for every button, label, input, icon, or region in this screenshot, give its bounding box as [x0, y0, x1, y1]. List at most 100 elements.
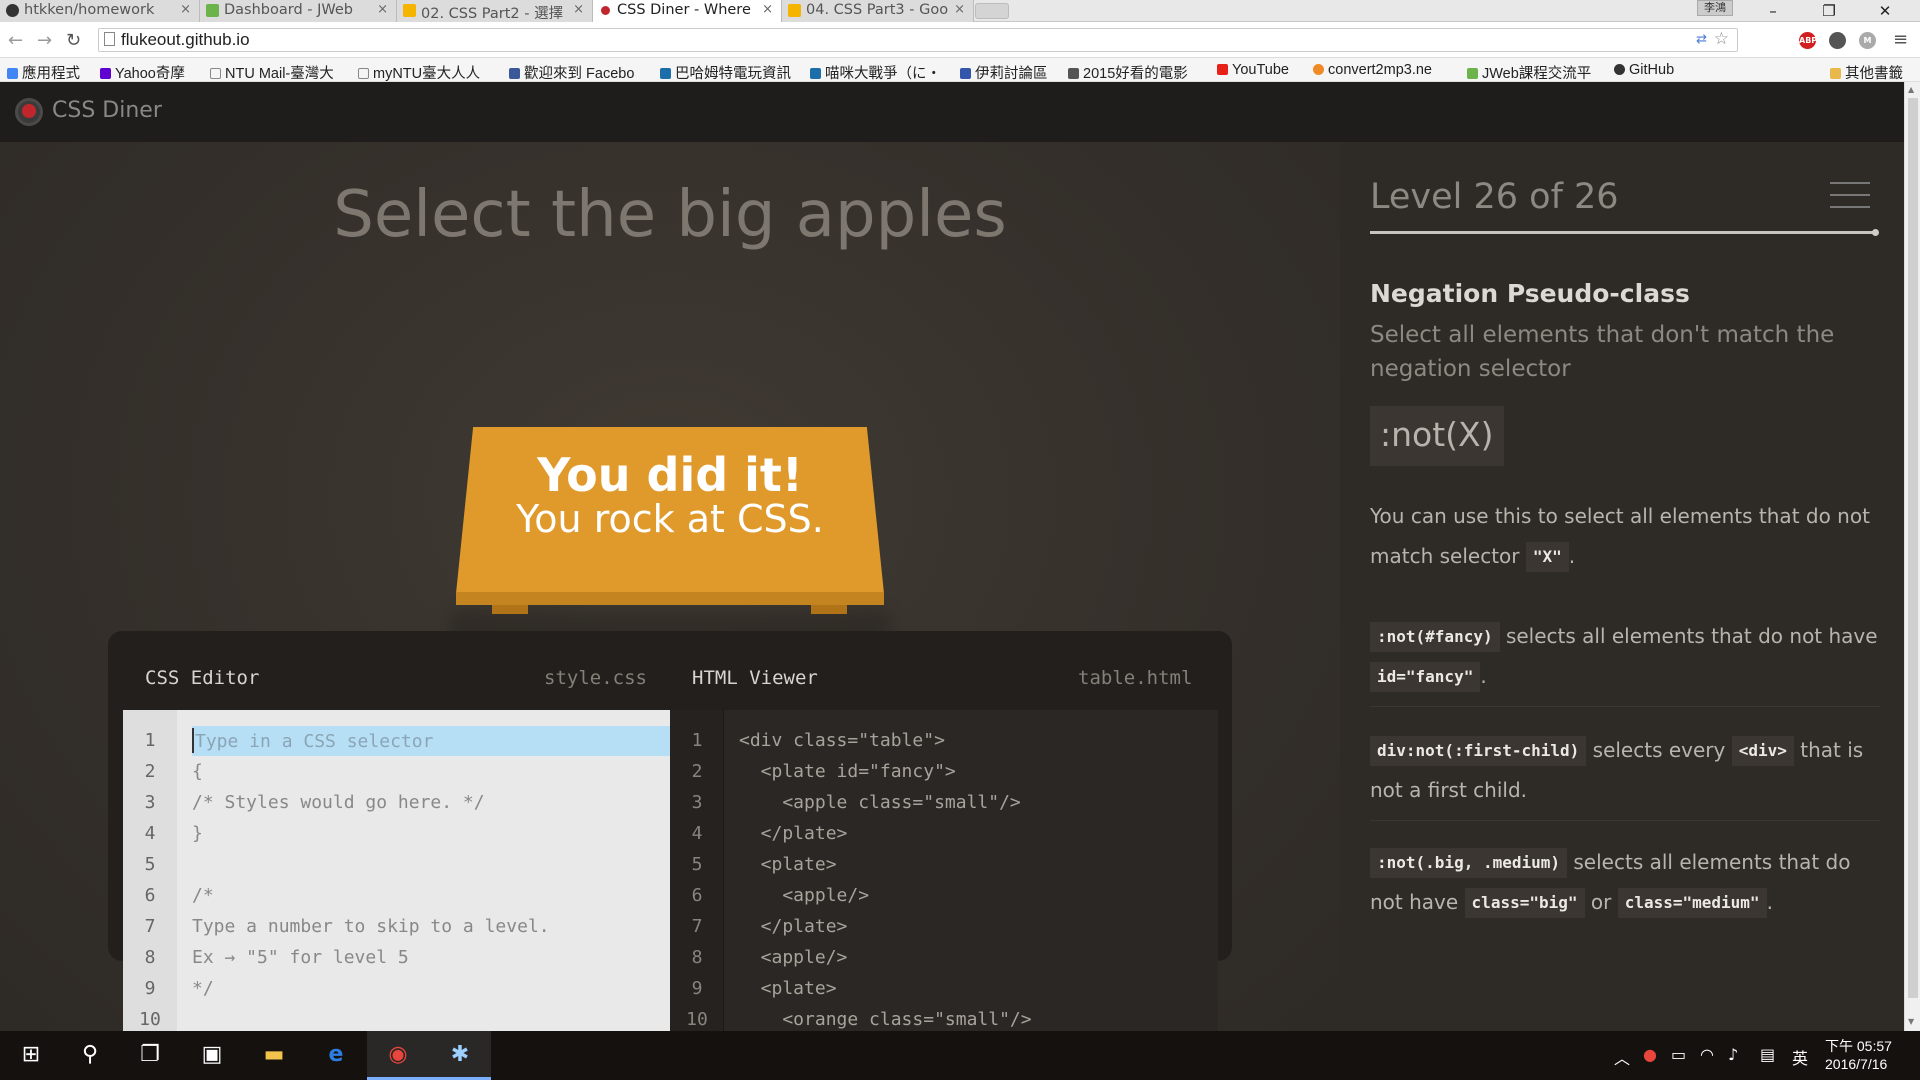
- hint-tag: "X": [1525, 542, 1569, 572]
- taskbar-edge[interactable]: e: [305, 1031, 367, 1080]
- code-line: /* Styles would go here. */: [192, 792, 485, 813]
- html-line[interactable]: <plate id="fancy">: [739, 761, 956, 782]
- bookmark-apps[interactable]: 應用程式: [7, 62, 91, 83]
- html-line[interactable]: <orange class="small"/>: [739, 1009, 1031, 1030]
- bookmark-github[interactable]: GitHub: [1614, 62, 1694, 78]
- css-diner-logo-icon[interactable]: [15, 98, 43, 126]
- bookmark-youtube[interactable]: YouTube: [1217, 62, 1299, 78]
- bookmark-myntu[interactable]: myNTU臺大人人: [358, 62, 493, 83]
- win-message-title: You did it!: [537, 448, 803, 502]
- line-number: 4: [144, 823, 156, 844]
- task-view-button[interactable]: ❐: [119, 1031, 181, 1080]
- browser-tab-css-part2[interactable]: 02. CSS Part2 - 選擇 ×: [397, 0, 593, 22]
- windows-start-button[interactable]: ⊞: [0, 1031, 62, 1080]
- selector-syntax: :not(X): [1370, 406, 1504, 466]
- html-line[interactable]: <apple class="small"/>: [739, 792, 1020, 813]
- menu-icon[interactable]: ≡: [1893, 29, 1908, 50]
- line-number: 1: [691, 730, 703, 751]
- volume-icon[interactable]: ♪: [1728, 1045, 1738, 1064]
- back-icon[interactable]: ←: [8, 30, 23, 51]
- example-not-big-medium: :not(.big, .medium) selects all elements…: [1370, 842, 1880, 932]
- scroll-up-icon[interactable]: ▲: [1908, 85, 1914, 94]
- close-icon[interactable]: ×: [954, 2, 965, 17]
- site-title[interactable]: CSS Diner: [52, 98, 162, 123]
- battery-icon[interactable]: ▭: [1671, 1045, 1686, 1064]
- html-line[interactable]: <apple/>: [739, 885, 869, 906]
- reload-icon[interactable]: ↻: [66, 30, 81, 51]
- star-icon[interactable]: ☆: [1714, 29, 1729, 49]
- close-icon[interactable]: ×: [180, 2, 191, 17]
- html-viewer-pane: 1 2 3 4 5 6 7 8 9 10 <div class="table">…: [670, 710, 1218, 1031]
- level-instruction: Select the big apples: [333, 178, 1007, 252]
- task-view-icon: ❐: [140, 1042, 160, 1067]
- hamburger-menu-icon[interactable]: [1830, 182, 1870, 210]
- minimize-icon[interactable]: –: [1745, 0, 1801, 22]
- m-ext-icon[interactable]: M: [1859, 32, 1876, 49]
- tray-chrome-icon[interactable]: ●: [1643, 1045, 1657, 1064]
- taskbar-chrome[interactable]: ◉: [367, 1031, 429, 1080]
- bookmark-yahoo[interactable]: Yahoo奇摩: [100, 62, 198, 83]
- close-icon[interactable]: ×: [377, 2, 388, 17]
- level-indicator: Level 26 of 26: [1370, 177, 1619, 217]
- ime-indicator[interactable]: 英: [1792, 1045, 1808, 1069]
- new-tab-button[interactable]: [975, 3, 1009, 19]
- close-window-icon[interactable]: ✕: [1857, 0, 1913, 22]
- code-line: */: [192, 978, 214, 999]
- taskbar-store[interactable]: ▣: [181, 1031, 243, 1080]
- line-number: 6: [691, 885, 703, 906]
- taskbar-file-explorer[interactable]: ▬: [243, 1031, 305, 1080]
- progress-dot: [1872, 229, 1879, 236]
- notification-icon[interactable]: ▤: [1760, 1045, 1775, 1064]
- html-line[interactable]: <plate>: [739, 854, 837, 875]
- clock-date[interactable]: 2016/7/16: [1825, 1056, 1887, 1072]
- line-number: 10: [139, 1009, 161, 1030]
- browser-tab-css-diner[interactable]: CSS Diner - Where ×: [593, 0, 782, 22]
- page-icon: [210, 68, 221, 79]
- tab-label: 04. CSS Part3 - Goo: [806, 2, 949, 18]
- css-selector-input[interactable]: [192, 726, 712, 756]
- page-icon: [358, 68, 369, 79]
- wifi-icon[interactable]: ◠: [1700, 1045, 1714, 1064]
- close-icon[interactable]: ×: [762, 2, 773, 17]
- html-line[interactable]: <plate>: [739, 978, 837, 999]
- bookmark-eyny[interactable]: 伊莉討論區: [960, 62, 1058, 83]
- html-line[interactable]: <div class="table">: [739, 730, 945, 751]
- bookmark-convert2mp3[interactable]: convert2mp3.ne: [1313, 62, 1461, 78]
- line-number: 3: [144, 792, 156, 813]
- scroll-thumb[interactable]: [1908, 98, 1918, 998]
- level-sidebar: Level 26 of 26 Negation Pseudo-class Sel…: [1340, 142, 1904, 1031]
- bookmark-jweb[interactable]: JWeb課程交流平: [1467, 62, 1607, 83]
- browser-tab-css-part3[interactable]: 04. CSS Part3 - Goo ×: [782, 0, 974, 22]
- windows-taskbar: ⊞ ⚲ ❐ ▣ ▬ e ◉ ✱ ︿ ● ▭ ◠ ♪ ▤ 英 下午 05:57 2…: [0, 1031, 1920, 1080]
- restore-icon[interactable]: ❐: [1801, 0, 1857, 22]
- css-editor-title: CSS Editor: [145, 667, 260, 689]
- html-line[interactable]: </plate>: [739, 823, 848, 844]
- html-viewer-title: HTML Viewer: [692, 667, 818, 689]
- translate-icon[interactable]: ⇄: [1696, 32, 1707, 47]
- url-field[interactable]: flukeout.github.io ⇄ ☆: [98, 28, 1738, 52]
- html-line[interactable]: <apple/>: [739, 947, 848, 968]
- bookmark-bahamut[interactable]: 巴哈姆特電玩資訊: [660, 62, 796, 83]
- bookmark-movies[interactable]: 2015好看的電影: [1068, 62, 1204, 83]
- tray-chevron-icon[interactable]: ︿: [1614, 1045, 1630, 1069]
- taskbar-app[interactable]: ✱: [429, 1031, 491, 1080]
- taskbar-search-button[interactable]: ⚲: [59, 1031, 121, 1080]
- scroll-down-icon[interactable]: ▼: [1908, 1017, 1914, 1026]
- forward-icon[interactable]: →: [37, 30, 52, 51]
- example-not-first-child: div:not(:first-child) selects every <div…: [1370, 730, 1880, 821]
- close-icon[interactable]: ×: [573, 2, 584, 17]
- browser-tab-jweb[interactable]: Dashboard - JWeb ×: [200, 0, 397, 22]
- bookmark-other[interactable]: 其他書籤: [1830, 62, 1916, 83]
- clock-time[interactable]: 下午 05:57: [1825, 1036, 1892, 1056]
- bookmark-ntu-mail[interactable]: NTU Mail-臺灣大: [210, 62, 345, 83]
- page-scrollbar[interactable]: ▲ ▼: [1904, 82, 1920, 1031]
- line-number: 5: [691, 854, 703, 875]
- bookmark-facebook[interactable]: 歡迎來到 Facebo: [509, 62, 646, 83]
- profile-badge[interactable]: 李鴻: [1697, 0, 1733, 16]
- bookmark-battle-cats[interactable]: 喵咪大戰爭（に・: [810, 62, 946, 83]
- ext-icon[interactable]: [1829, 32, 1846, 49]
- jweb-icon: [206, 4, 219, 17]
- html-line[interactable]: </plate>: [739, 916, 848, 937]
- adblock-icon[interactable]: ABP: [1799, 32, 1817, 49]
- browser-tab-github[interactable]: htkken/homework ×: [0, 0, 200, 22]
